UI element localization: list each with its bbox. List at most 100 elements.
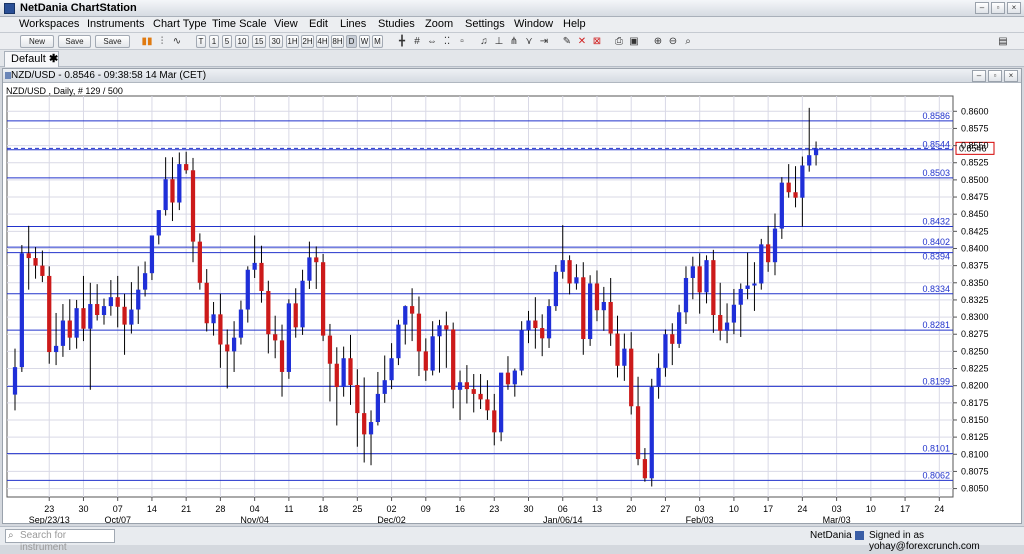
chart-window: NZD/USD - 0.8546 - 09:38:58 14 Mar (CET)… [2,68,1022,524]
menu-zoom[interactable]: Zoom [425,18,453,30]
candle-down [184,164,189,171]
toolbar: New Save Save as... ▮▮ ⫶ ∿ T 1 5 10 15 3… [0,33,1024,57]
x-tick-label: 03 [832,504,842,514]
candle-up [588,283,593,340]
dots-icon[interactable]: ⁚⁚ [441,35,453,48]
x-tick-label: 13 [592,504,602,514]
time-button-10[interactable]: 10 [235,35,249,48]
candle-up [752,283,757,286]
candle-down [718,315,723,331]
time-button-8h[interactable]: 8H [331,35,344,48]
candlestick-chart-icon[interactable]: ▮▮ [141,35,153,48]
new-button[interactable]: New [20,35,54,48]
candle-down [492,410,497,433]
grid-icon[interactable]: # [411,35,423,48]
crosshair-icon[interactable]: ╋ [396,35,408,48]
menu-studies[interactable]: Studies [378,18,415,30]
chart-minimize-icon[interactable]: – [972,70,986,82]
candle-up [177,164,182,203]
time-button-5[interactable]: 5 [222,35,232,48]
x-tick-label: 18 [318,504,328,514]
save-button[interactable]: Save [58,35,91,48]
close-icon[interactable]: × [1007,2,1021,14]
candle-up [738,288,743,305]
menu-edit[interactable]: Edit [309,18,328,30]
candle-down [464,382,470,390]
time-button-1h[interactable]: 1H [286,35,299,48]
restore-icon[interactable]: ▫ [991,2,1005,14]
zoom-out-icon[interactable]: ⊖ [667,35,679,48]
x-month-label: Dec/02 [377,515,406,524]
arrow-tool-icon[interactable]: ⇥ [538,35,550,48]
delete-all-icon[interactable]: ⊠ [591,35,603,48]
menu-workspaces[interactable]: Workspaces [19,18,79,30]
price-chart[interactable]: 0.85860.85440.85030.84320.84020.83940.83… [3,84,1021,524]
candle-down [218,314,223,345]
status-brand: NetDania [810,530,852,541]
menu-time-scale[interactable]: Time Scale [212,18,267,30]
candle-up [389,358,394,381]
panel-toggle-icon[interactable]: ▤ [997,35,1009,48]
time-button-2h[interactable]: 2H [301,35,314,48]
candle-up [231,337,237,352]
y-tick-label: 0.8350 [961,278,989,288]
candle-down [670,334,675,344]
delete-icon[interactable]: ✕ [576,35,588,48]
time-button-monthly[interactable]: M [372,35,383,48]
time-button-daily[interactable]: D [346,35,357,48]
menu-view[interactable]: View [274,18,298,30]
print-icon[interactable]: ⎙ [613,35,625,48]
x-month-label: Feb/03 [686,515,714,524]
menu-settings[interactable]: Settings [465,18,505,30]
x-tick-label: 27 [660,504,670,514]
fit-icon[interactable]: ▫ [456,35,468,48]
y-tick-label: 0.8250 [961,346,989,356]
minimize-icon[interactable]: – [975,2,989,14]
time-button-1[interactable]: 1 [209,35,219,48]
fork-tool-icon[interactable]: ⋔ [508,35,520,48]
time-button-weekly[interactable]: W [359,35,370,48]
menu-help[interactable]: Help [563,18,586,30]
candle-up [238,309,244,338]
instrument-search-input[interactable]: ⌕ Search for instrument [5,529,115,553]
line-chart-icon[interactable]: ∿ [171,35,183,48]
chart-close-icon[interactable]: × [1004,70,1018,82]
fan-tool-icon[interactable]: ⋎ [523,35,535,48]
candle-up [649,387,654,479]
horizontal-level-label: 0.8281 [922,320,950,330]
candle-down [594,283,600,311]
y-tick-label: 0.8100 [961,449,989,459]
x-tick-label: 30 [78,504,88,514]
candle-up [813,148,819,156]
zoom-reset-icon[interactable]: ⌕ [682,35,694,48]
candle-up [142,273,148,290]
zoom-in-icon[interactable]: ⊕ [652,35,664,48]
menu-window[interactable]: Window [514,18,553,30]
candle-up [772,228,778,263]
candle-down [416,313,422,352]
x-tick-label: 07 [113,504,123,514]
time-button-30[interactable]: 30 [269,35,283,48]
menu-instruments[interactable]: Instruments [87,18,144,30]
time-button-15[interactable]: 15 [252,35,266,48]
tab-close-icon[interactable]: ✱ [49,52,58,67]
menu-chart-type[interactable]: Chart Type [153,18,207,30]
menu-lines[interactable]: Lines [340,18,366,30]
chart-restore-icon[interactable]: ▫ [988,70,1002,82]
time-button-tick[interactable]: T [196,35,206,48]
bar-chart-icon[interactable]: ⫶ [156,35,168,48]
pencil-icon[interactable]: ✎ [561,35,573,48]
trend-tool-icon[interactable]: ⊥ [493,35,505,48]
time-button-4h[interactable]: 4H [316,35,329,48]
tab-default[interactable]: Default ✱ [4,51,59,67]
x-tick-label: 30 [523,504,533,514]
candle-up [430,336,435,371]
scroll-icon[interactable]: ⇔ [426,35,438,48]
candle-down [190,170,196,242]
candle-up [457,382,463,390]
save-as-button[interactable]: Save as... [95,35,130,57]
candle-up [403,306,408,325]
candle-down [423,351,428,371]
bell-icon[interactable]: ♫ [478,35,490,48]
copy-icon[interactable]: ▣ [628,35,640,48]
